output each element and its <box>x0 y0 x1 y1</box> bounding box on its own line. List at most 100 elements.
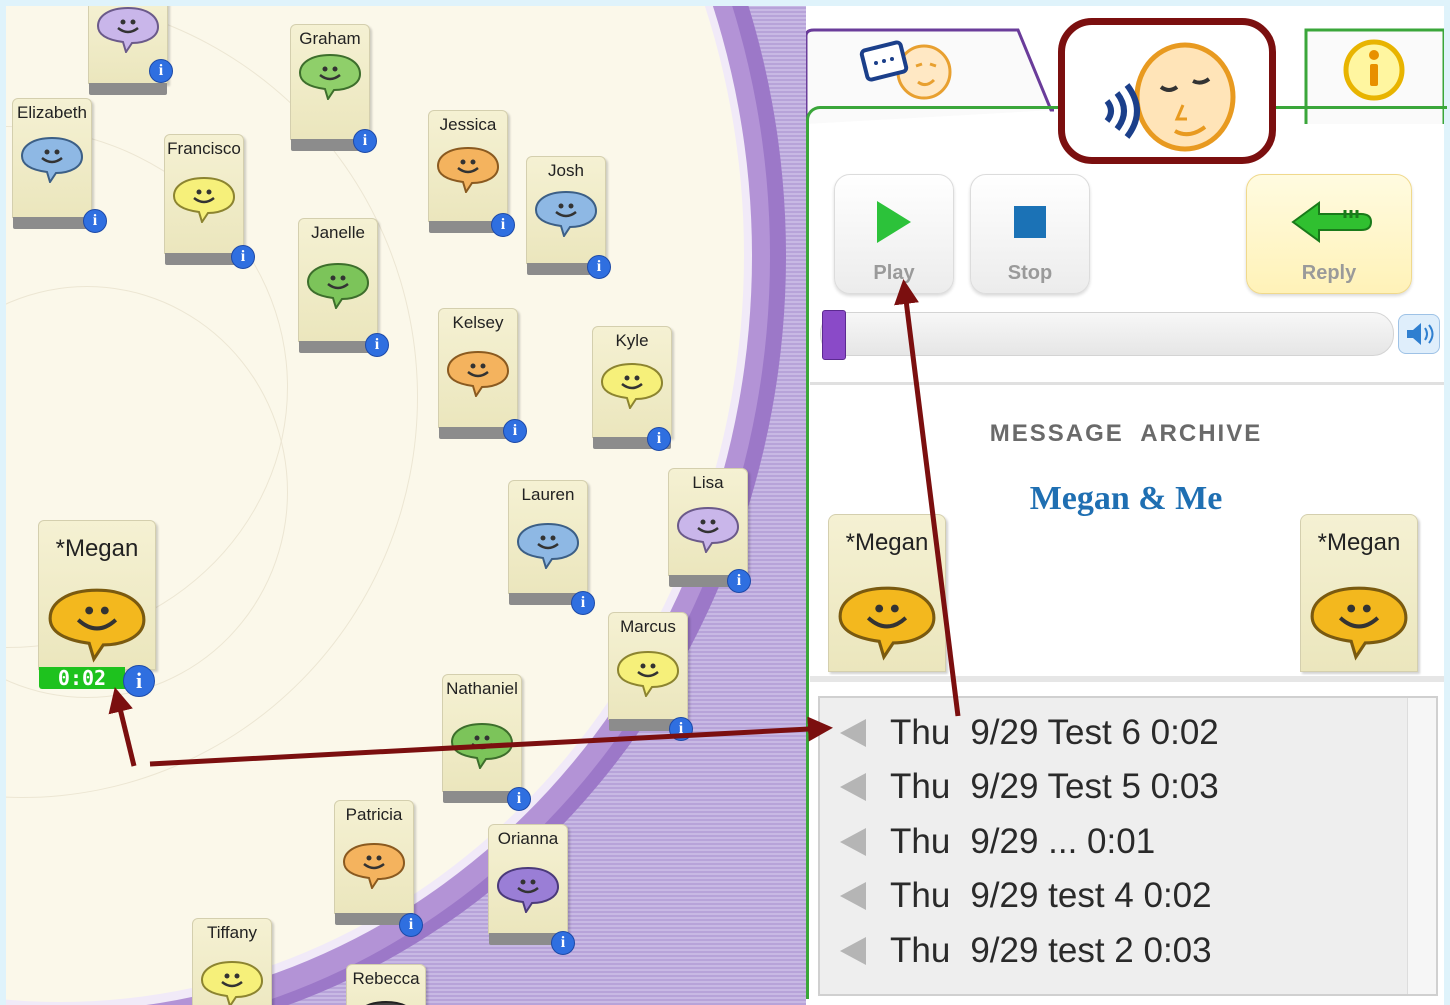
info-icon[interactable]: i <box>365 333 389 357</box>
info-icon[interactable]: i <box>669 717 693 741</box>
speech-bubble-face-icon <box>306 262 370 309</box>
contact-card[interactable]: Kyle i <box>592 326 672 451</box>
contact-card[interactable]: Lauren i <box>508 480 595 615</box>
stop-button[interactable]: Stop <box>970 174 1090 294</box>
contact-card[interactable]: Janelle i <box>298 218 389 357</box>
speech-bubble-face-icon <box>516 522 580 569</box>
message-text: 9/29 test 2 0:03 <box>970 931 1212 970</box>
speech-bubble-face-icon <box>616 650 680 697</box>
tab-voice[interactable] <box>1058 18 1276 164</box>
speech-bubble-face-icon <box>342 842 406 889</box>
archive-sender-name: *Megan <box>845 529 929 556</box>
message-day: Thu <box>890 822 951 861</box>
message-row[interactable]: Thu 9/29 test 2 0:03 <box>840 924 1212 978</box>
contact-name: Rebecca <box>352 969 420 988</box>
message-row[interactable]: Thu 9/29 test 4 0:02 <box>840 869 1212 923</box>
stop-label: Stop <box>1007 262 1053 284</box>
message-day: Thu <box>890 767 951 806</box>
message-row[interactable]: Thu 9/29 Test 6 0:02 <box>840 706 1219 760</box>
contact-name: Marcus <box>620 617 676 636</box>
contact-card[interactable]: i <box>88 6 173 95</box>
info-icon[interactable]: i <box>647 427 671 451</box>
message-text: 9/29 Test 5 0:03 <box>970 767 1219 806</box>
play-icon <box>877 201 911 243</box>
speech-bubble-face-icon <box>298 53 362 100</box>
playback-progress-track[interactable] <box>820 312 1394 356</box>
volume-button[interactable] <box>1398 314 1440 354</box>
message-day: Thu <box>890 713 951 752</box>
contact-card[interactable]: Josh i <box>526 156 611 279</box>
contact-name: Graham <box>299 29 361 48</box>
active-contact-card[interactable]: *Megan 0:02 i <box>38 520 156 697</box>
speech-bubble-face-icon <box>446 350 510 397</box>
play-message-icon <box>840 937 866 965</box>
archive-recipient-card: *Megan <box>1300 514 1418 672</box>
chat-face-icon <box>859 40 952 100</box>
contact-name: Josh <box>548 161 584 180</box>
info-circle-icon <box>1343 39 1405 101</box>
speech-bubble-face-icon <box>48 588 146 663</box>
contact-name: Jessica <box>439 115 497 134</box>
contact-name: Nathaniel <box>446 679 518 698</box>
info-icon[interactable]: i <box>503 419 527 443</box>
info-icon[interactable]: i <box>587 255 611 279</box>
message-timer: 0:02 <box>39 667 125 689</box>
contact-name: Patricia <box>345 805 403 824</box>
message-text: 9/29 Test 6 0:02 <box>970 713 1219 752</box>
contact-card[interactable]: Nathaniel i <box>442 674 531 811</box>
contact-card[interactable]: Rebecca <box>346 964 426 1005</box>
tab-text-chat[interactable] <box>856 36 956 106</box>
contact-card[interactable]: Kelsey i <box>438 308 527 443</box>
message-list-scrollbar[interactable] <box>1407 698 1436 994</box>
speech-bubble-face-icon <box>676 506 740 553</box>
message-row[interactable]: Thu 9/29 ... 0:01 <box>840 815 1155 869</box>
message-list[interactable]: Thu 9/29 Test 6 0:02 Thu 9/29 Test 5 0:0… <box>818 696 1438 996</box>
info-icon[interactable]: i <box>83 209 107 233</box>
tab-info[interactable] <box>1326 34 1426 104</box>
info-icon[interactable]: i <box>491 213 515 237</box>
stop-icon <box>1014 206 1046 238</box>
info-icon[interactable]: i <box>727 569 751 593</box>
voice-face-icon <box>1104 42 1236 152</box>
contact-name: Francisco <box>167 139 241 158</box>
info-icon[interactable]: i <box>123 665 155 697</box>
contact-name: Kelsey <box>452 313 504 332</box>
contact-card[interactable]: Elizabeth i <box>12 98 107 233</box>
reply-button[interactable]: Reply <box>1246 174 1412 294</box>
contact-name: *Megan <box>55 535 139 562</box>
speech-bubble-face-icon <box>172 176 236 223</box>
archive-recipient-name: *Megan <box>1317 529 1401 556</box>
speech-bubble-face-icon <box>450 722 514 769</box>
info-icon[interactable]: i <box>571 591 595 615</box>
message-row[interactable]: Thu 9/29 Test 5 0:03 <box>840 760 1219 814</box>
playback-progress-handle[interactable] <box>822 310 846 360</box>
message-day: Thu <box>890 931 951 970</box>
info-icon[interactable]: i <box>399 913 423 937</box>
speech-bubble-face-icon <box>534 190 598 237</box>
info-icon[interactable]: i <box>353 129 377 153</box>
info-icon[interactable]: i <box>507 787 531 811</box>
info-icon[interactable]: i <box>231 245 255 269</box>
contact-name: Elizabeth <box>17 103 87 122</box>
info-icon[interactable]: i <box>149 59 173 83</box>
info-icon[interactable]: i <box>551 931 575 955</box>
section-divider <box>810 676 1444 682</box>
contact-name: Lauren <box>521 485 575 504</box>
speech-bubble-face-icon <box>496 866 560 913</box>
archive-heading: MESSAGE ARCHIVE <box>989 420 1263 447</box>
speaker-icon <box>1407 323 1434 345</box>
contact-card[interactable]: Marcus i <box>608 612 693 741</box>
contact-card[interactable]: Patricia i <box>334 800 423 937</box>
speech-bubble-face-icon <box>20 136 84 183</box>
play-label: Play <box>873 262 915 284</box>
contact-card[interactable]: Lisa i <box>668 468 751 593</box>
contact-card[interactable]: Tiffany <box>192 918 272 1005</box>
contact-name: Kyle <box>615 331 649 350</box>
play-message-icon <box>840 773 866 801</box>
archive-sender-card: *Megan <box>828 514 946 672</box>
contact-card[interactable]: Francisco i <box>164 134 255 269</box>
play-button[interactable]: Play <box>834 174 954 294</box>
contact-card[interactable]: Orianna i <box>488 824 575 955</box>
contact-card[interactable]: Graham i <box>290 24 377 153</box>
contact-card[interactable]: Jessica i <box>428 110 515 237</box>
